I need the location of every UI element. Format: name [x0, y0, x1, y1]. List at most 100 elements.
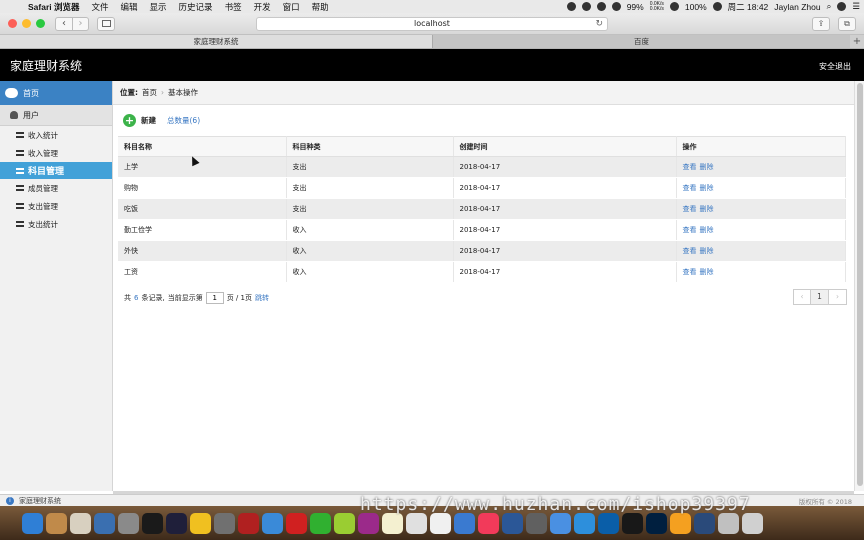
add-icon[interactable]: + — [123, 113, 136, 127]
new-tab-icon[interactable]: + — [850, 35, 864, 48]
scrollbar-thumb[interactable] — [857, 83, 863, 486]
view-link[interactable]: 查看 — [683, 163, 697, 171]
sidebar-user-group[interactable]: 用户 — [0, 105, 112, 126]
forward-icon[interactable]: › — [72, 17, 88, 30]
back-icon[interactable]: ‹ — [56, 18, 72, 30]
jump-link[interactable]: 跳转 — [255, 293, 269, 303]
vertical-scrollbar[interactable] — [854, 81, 864, 491]
show-tabs-button[interactable]: ⧉ — [838, 17, 856, 31]
new-button[interactable]: 新建 — [141, 115, 156, 126]
sidebar-item-expense-stats[interactable]: 支出统计 — [0, 215, 112, 233]
sidebar-item-member-manage[interactable]: 成员管理 — [0, 179, 112, 197]
menu-develop[interactable]: 开发 — [248, 1, 277, 13]
menu-app[interactable]: Safari 浏览器 — [22, 1, 86, 13]
tab-finance[interactable]: 家庭理财系统 — [0, 35, 432, 48]
address-bar[interactable]: localhost ↻ — [256, 17, 608, 31]
menu-window[interactable]: 窗口 — [277, 1, 306, 13]
sidebar-toggle-button[interactable] — [97, 16, 115, 31]
sidebar-item-income-stats[interactable]: 收入统计 — [0, 126, 112, 144]
view-link[interactable]: 查看 — [683, 268, 697, 276]
page-1-button[interactable]: 1 — [811, 289, 829, 305]
tab-baidu[interactable]: 百度 — [432, 35, 850, 48]
dock-app-icon[interactable] — [382, 512, 403, 534]
dock-app-icon[interactable] — [742, 512, 763, 534]
dock-app-icon[interactable] — [70, 512, 91, 534]
dock-app-icon[interactable] — [310, 512, 331, 534]
dock-app-icon[interactable] — [22, 512, 43, 534]
dock-app-icon[interactable] — [670, 512, 691, 534]
dock-app-icon[interactable] — [214, 512, 235, 534]
sidebar-item-subject-manage[interactable]: 科目管理 — [0, 162, 112, 179]
record-icon[interactable] — [566, 2, 576, 11]
dock-app-icon[interactable] — [694, 512, 715, 534]
view-link[interactable]: 查看 — [683, 205, 697, 213]
wechat-icon[interactable] — [611, 2, 621, 11]
siri-icon[interactable] — [837, 2, 847, 11]
delete-link[interactable]: 删除 — [700, 226, 714, 234]
dock-app-icon[interactable] — [94, 512, 115, 534]
dock-app-icon[interactable] — [574, 512, 595, 534]
menu-edit[interactable]: 编辑 — [115, 1, 144, 13]
menu-help[interactable]: 帮助 — [306, 1, 335, 13]
delete-link[interactable]: 删除 — [700, 184, 714, 192]
clock[interactable]: 周二 18:42 — [728, 1, 769, 13]
menu-history[interactable]: 历史记录 — [173, 1, 219, 13]
dock-app-icon[interactable] — [430, 512, 451, 534]
fullscreen-window-button[interactable] — [36, 19, 45, 28]
view-link[interactable]: 查看 — [683, 184, 697, 192]
reload-icon[interactable]: ↻ — [595, 18, 603, 30]
dock-app-icon[interactable] — [358, 512, 379, 534]
dock-app-icon[interactable] — [262, 512, 283, 534]
dock-app-icon[interactable] — [46, 512, 67, 534]
menu-bookmarks[interactable]: 书签 — [219, 1, 248, 13]
sidebar-item-expense-manage[interactable]: 支出管理 — [0, 197, 112, 215]
dock-app-icon[interactable] — [526, 512, 547, 534]
dock-app-icon[interactable] — [142, 512, 163, 534]
prev-page-button[interactable]: ‹ — [793, 289, 811, 305]
delete-link[interactable]: 删除 — [700, 163, 714, 171]
menu-view[interactable]: 显示 — [144, 1, 173, 13]
next-page-button[interactable]: › — [829, 289, 847, 305]
logout-link[interactable]: 安全退出 — [819, 61, 851, 72]
delete-link[interactable]: 删除 — [700, 268, 714, 276]
dock-app-icon[interactable] — [622, 512, 643, 534]
dock-app-icon[interactable] — [118, 512, 139, 534]
dock-app-icon[interactable] — [598, 512, 619, 534]
dock-app-icon[interactable] — [550, 512, 571, 534]
notification-icon[interactable] — [596, 2, 606, 11]
volume-percent[interactable]: 100% — [685, 2, 707, 12]
view-link[interactable]: 查看 — [683, 226, 697, 234]
share-button[interactable]: ⇪ — [812, 17, 830, 31]
sidebar-item-income-manage[interactable]: 收入管理 — [0, 144, 112, 162]
menu-file[interactable]: 文件 — [86, 1, 115, 13]
user-name[interactable]: Jaylan Zhou — [774, 2, 820, 12]
dock-app-icon[interactable] — [478, 512, 499, 534]
breadcrumb-home[interactable]: 首页 — [142, 87, 157, 98]
dock-app-icon[interactable] — [454, 512, 475, 534]
column-header-created: 创建时间 — [453, 136, 677, 157]
dock-app-icon[interactable] — [718, 512, 739, 534]
dock-app-icon[interactable] — [646, 512, 667, 534]
search-icon[interactable]: ⌕ — [827, 1, 832, 12]
view-link[interactable]: 查看 — [683, 247, 697, 255]
wifi-icon[interactable] — [669, 2, 679, 11]
pager-count: 6 — [134, 294, 139, 302]
minimize-window-button[interactable] — [22, 19, 31, 28]
dock-app-icon[interactable] — [286, 512, 307, 534]
close-window-button[interactable] — [8, 19, 17, 28]
delete-link[interactable]: 删除 — [700, 247, 714, 255]
tabs-icon: ⧉ — [844, 19, 850, 28]
dock-app-icon[interactable] — [238, 512, 259, 534]
qq-icon[interactable] — [581, 2, 591, 11]
input-method-icon[interactable] — [712, 2, 722, 11]
menu-list-icon[interactable]: ☰ — [852, 1, 860, 12]
dock-app-icon[interactable] — [334, 512, 355, 534]
dock-app-icon[interactable] — [502, 512, 523, 534]
dock-app-icon[interactable] — [190, 512, 211, 534]
page-number-input[interactable] — [205, 292, 224, 304]
sidebar-home[interactable]: 首页 — [0, 81, 112, 105]
dock-app-icon[interactable] — [406, 512, 427, 534]
battery-percent[interactable]: 99% — [627, 2, 644, 12]
delete-link[interactable]: 删除 — [700, 205, 714, 213]
dock-app-icon[interactable] — [166, 512, 187, 534]
